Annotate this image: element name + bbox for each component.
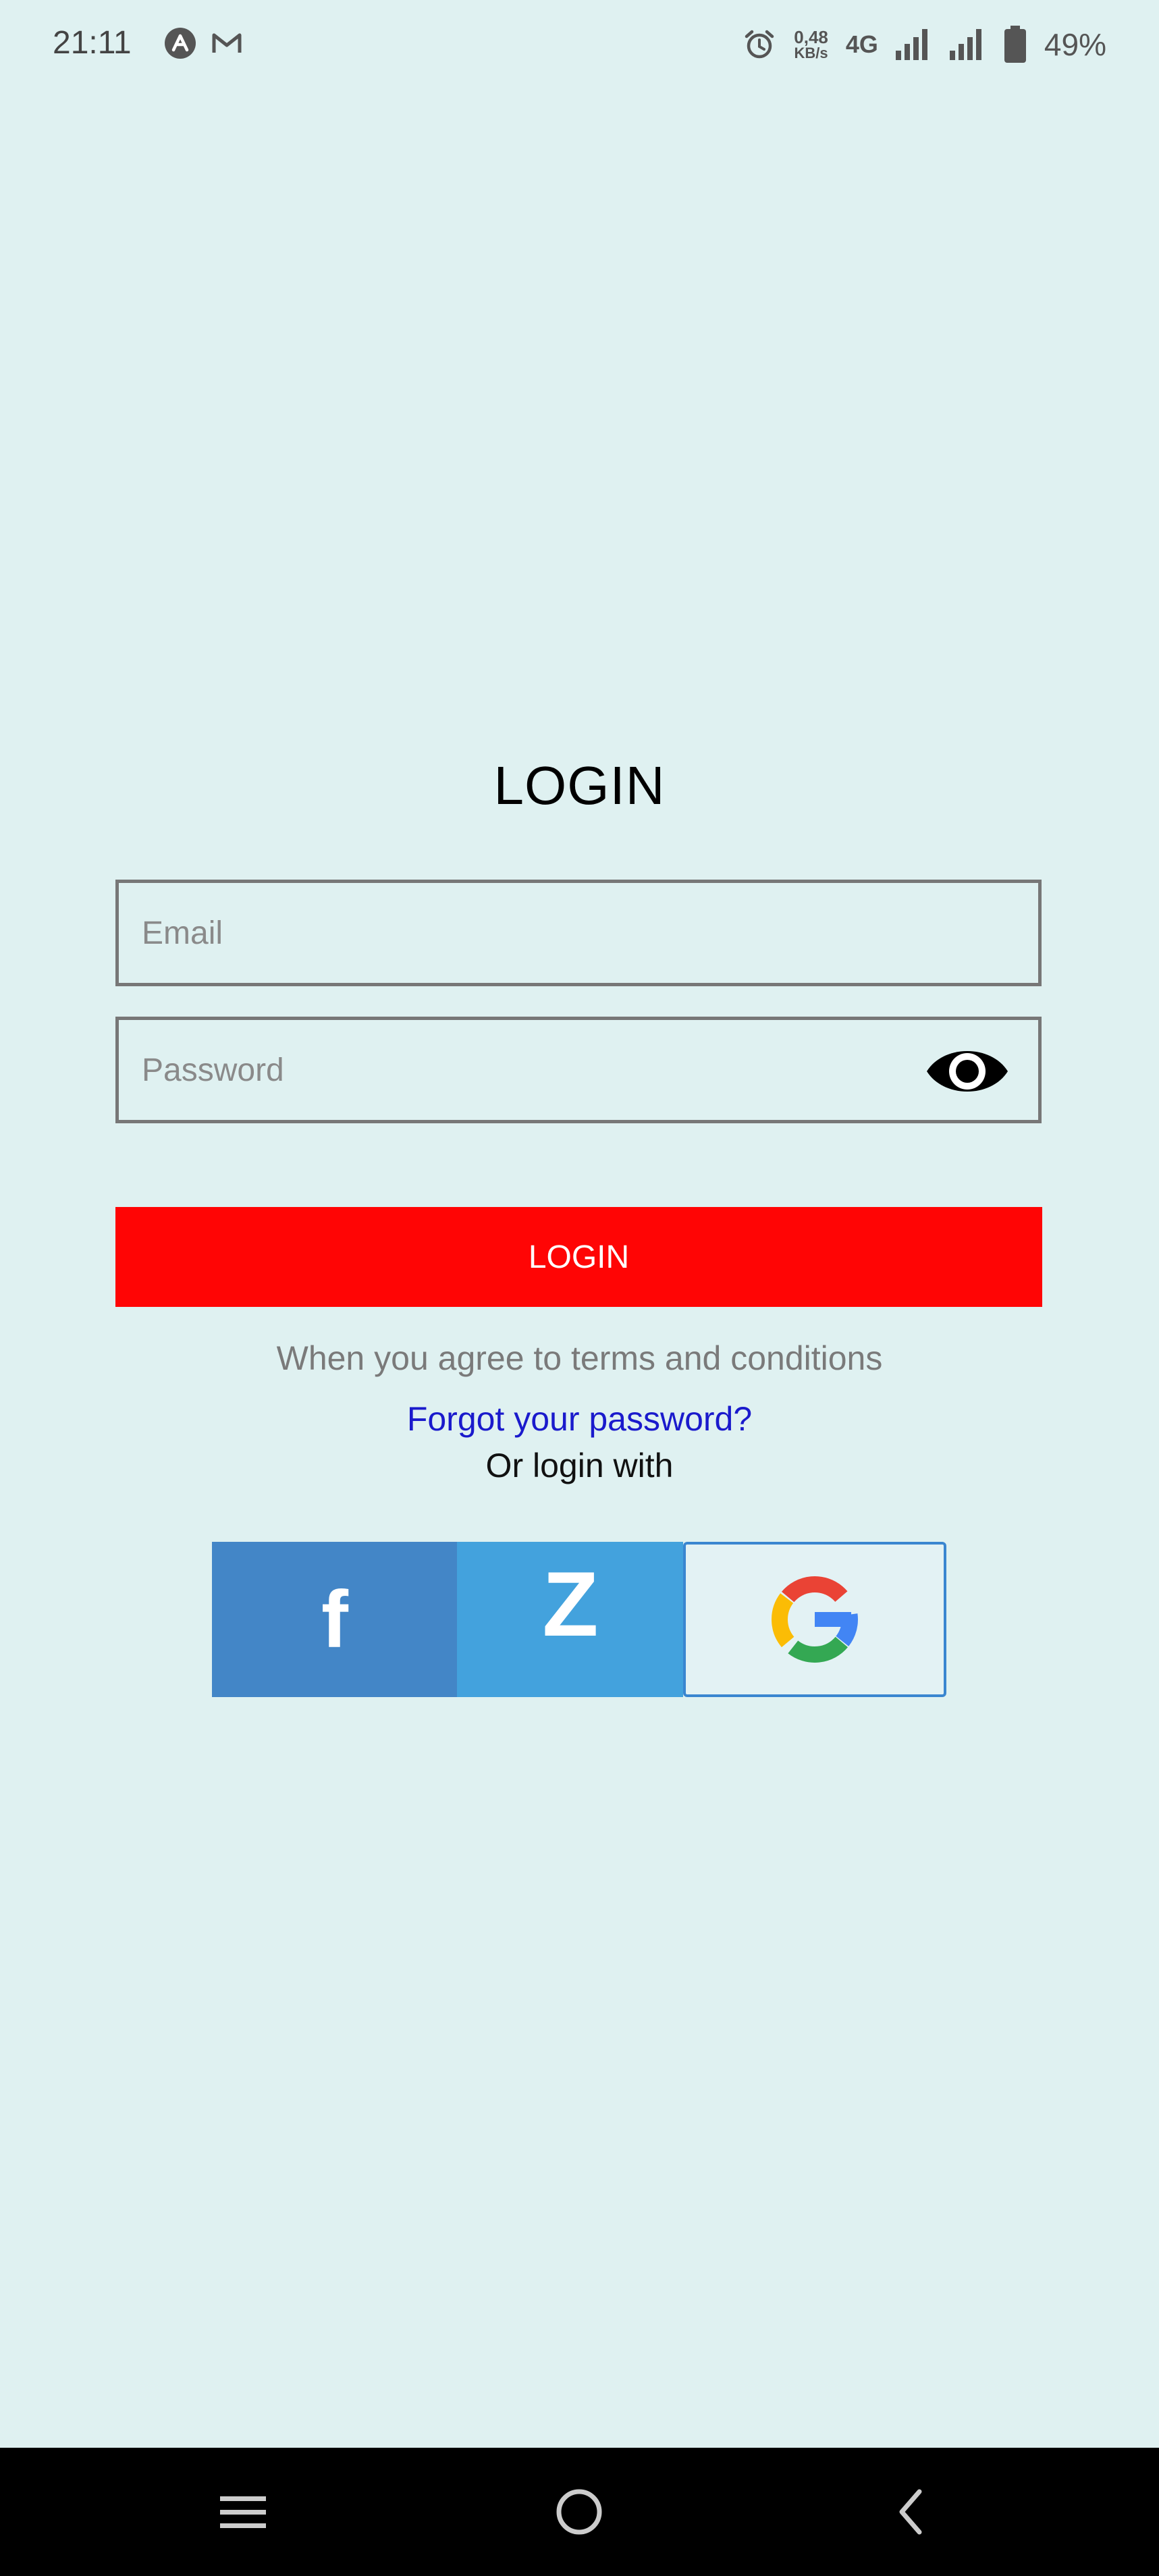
facebook-login-button[interactable]: f bbox=[212, 1542, 457, 1697]
terms-text: When you agree to terms and conditions bbox=[276, 1339, 883, 1377]
login-button[interactable]: LOGIN bbox=[115, 1207, 1042, 1307]
battery-percent: 49% bbox=[1044, 27, 1106, 62]
eye-icon[interactable] bbox=[923, 1039, 1011, 1104]
back-icon[interactable] bbox=[878, 2478, 945, 2546]
home-icon[interactable] bbox=[545, 2478, 613, 2546]
signal-2-icon bbox=[949, 29, 981, 60]
gmail-icon bbox=[212, 33, 242, 53]
google-icon bbox=[772, 1576, 858, 1663]
zalo-icon: Z bbox=[542, 1565, 598, 1646]
status-right-cluster: 0,48 KB/s 4G 49% bbox=[743, 24, 1106, 65]
zalo-login-button[interactable]: Z bbox=[457, 1542, 683, 1697]
battery-icon bbox=[1004, 26, 1026, 63]
zalo-letter: Z bbox=[542, 1565, 598, 1646]
menu-icon[interactable] bbox=[209, 2478, 277, 2546]
alarm-icon bbox=[745, 30, 774, 59]
facebook-icon: f bbox=[321, 1582, 349, 1657]
speed-value: 0,48 bbox=[794, 27, 828, 47]
password-field[interactable] bbox=[115, 1017, 1042, 1123]
network-type: 4G bbox=[845, 30, 878, 58]
facebook-letter: f bbox=[321, 1582, 349, 1657]
app-a-icon bbox=[165, 28, 196, 59]
google-login-button[interactable] bbox=[683, 1542, 946, 1697]
status-time: 21:11 bbox=[53, 25, 132, 61]
password-input[interactable] bbox=[142, 1020, 884, 1120]
network-speed: 0,48 KB/s bbox=[794, 28, 828, 61]
page-title: LOGIN bbox=[493, 755, 666, 815]
email-input[interactable] bbox=[142, 883, 884, 983]
signal-icon bbox=[895, 29, 927, 60]
forgot-password-link[interactable]: Forgot your password? bbox=[0, 1399, 1159, 1439]
speed-unit: KB/s bbox=[794, 45, 828, 61]
navigation-bar bbox=[0, 2448, 1159, 2576]
or-login-with-text: Or login with bbox=[485, 1447, 674, 1484]
email-field[interactable] bbox=[115, 880, 1042, 986]
status-bar: 21:11 0,48 KB/s 4G 49% bbox=[0, 0, 1159, 88]
